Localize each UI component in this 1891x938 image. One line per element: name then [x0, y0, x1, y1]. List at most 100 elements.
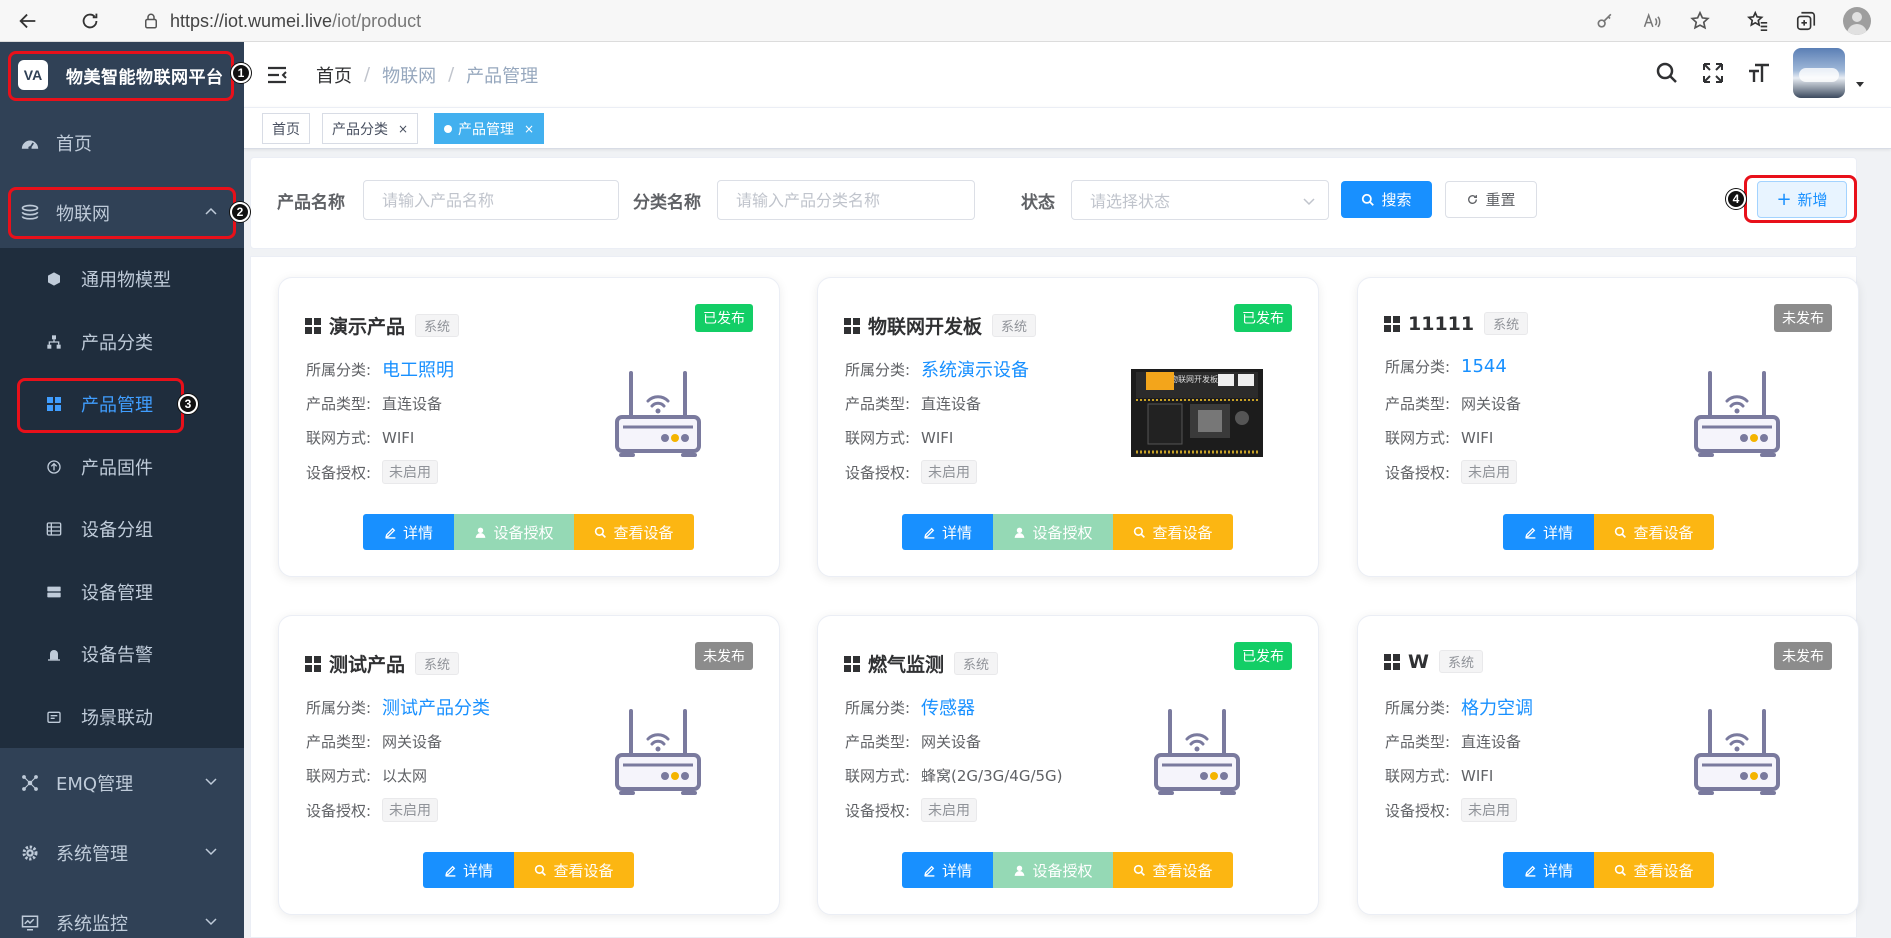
- product-image: [1670, 368, 1804, 458]
- view-devices-button[interactable]: 查看设备: [574, 514, 694, 550]
- sidebar-item-monitor[interactable]: 系统监控: [0, 888, 244, 938]
- type-key: 产品类型:: [306, 395, 372, 413]
- view-devices-button[interactable]: 查看设备: [1113, 514, 1233, 550]
- publish-status-badge: 未发布: [1774, 642, 1832, 670]
- favorite-star-icon[interactable]: [1689, 10, 1711, 32]
- search-button-label: 搜索: [1381, 191, 1412, 209]
- key-icon[interactable]: [1595, 11, 1615, 31]
- tab-close-icon[interactable]: ×: [398, 122, 408, 136]
- collections-icon[interactable]: [1795, 10, 1817, 32]
- category-link[interactable]: 测试产品分类: [382, 694, 490, 720]
- favorites-list-icon[interactable]: [1747, 10, 1769, 32]
- detail-button[interactable]: 详情: [1503, 852, 1594, 888]
- font-size-icon[interactable]: [1747, 61, 1771, 85]
- device-auth-button[interactable]: 设备授权: [993, 852, 1113, 888]
- category-name-input[interactable]: [717, 180, 975, 220]
- category-link[interactable]: 电工照明: [382, 356, 454, 382]
- back-button[interactable]: [6, 3, 50, 39]
- detail-button[interactable]: 详情: [902, 852, 993, 888]
- category-link[interactable]: 传感器: [921, 694, 975, 720]
- refresh-button[interactable]: [68, 3, 112, 39]
- product-card: 测试产品 系统 未发布 所属分类: 测试产品分类 产品类型: 网关设备 联网方式: 以太网 设备授…: [278, 615, 780, 915]
- sidebar-item-thing-model[interactable]: 通用物模型: [0, 248, 244, 311]
- search-button[interactable]: 搜索: [1341, 181, 1432, 218]
- chevron-down-icon: [205, 848, 217, 856]
- auth-row: 设备授权: 未启用: [845, 798, 977, 822]
- sidebar-item-firmware[interactable]: 产品固件: [0, 436, 244, 499]
- active-dot-icon: [444, 124, 452, 133]
- device-auth-button[interactable]: 设备授权: [993, 514, 1113, 550]
- product-card-title: W 系统: [1384, 650, 1483, 673]
- detail-button[interactable]: 详情: [423, 852, 514, 888]
- reset-button-label: 重置: [1485, 191, 1516, 209]
- user-icon: [476, 527, 486, 538]
- detail-button-label: 详情: [462, 861, 493, 880]
- auth-status-tag: 未启用: [1461, 460, 1517, 484]
- view-devices-button[interactable]: 查看设备: [514, 852, 634, 888]
- auth-key: 设备授权:: [306, 801, 372, 820]
- device-auth-button-label: 设备授权: [1032, 861, 1093, 880]
- router-icon: [1154, 709, 1240, 795]
- sidebar-item-device-management[interactable]: 设备管理: [0, 561, 244, 624]
- edit-icon: [385, 527, 396, 539]
- auth-key: 设备授权:: [306, 463, 372, 482]
- reset-button[interactable]: 重置: [1445, 181, 1537, 218]
- category-link[interactable]: 系统演示设备: [921, 356, 1029, 382]
- tab-close-icon[interactable]: ×: [524, 122, 534, 136]
- fullscreen-icon[interactable]: [1701, 61, 1725, 85]
- hamburger-icon[interactable]: [266, 65, 288, 85]
- breadcrumb-home[interactable]: 首页: [316, 62, 352, 88]
- router-icon: [615, 709, 701, 795]
- detail-button-label: 详情: [941, 523, 972, 542]
- type-key: 产品类型:: [845, 395, 911, 413]
- sidebar-item-system[interactable]: 系统管理: [0, 818, 244, 888]
- product-type: 网关设备: [1461, 395, 1522, 413]
- auth-status-tag: 未启用: [1461, 798, 1517, 822]
- view-devices-button[interactable]: 查看设备: [1113, 852, 1233, 888]
- view-devices-button[interactable]: 查看设备: [1594, 514, 1714, 550]
- tab-label: 产品管理: [458, 121, 514, 138]
- device-auth-button[interactable]: 设备授权: [454, 514, 574, 550]
- type-row: 产品类型: 网关设备: [1385, 393, 1521, 414]
- profile-avatar-icon[interactable]: [1843, 7, 1871, 35]
- search-icon: [1615, 864, 1627, 876]
- sidebar-item-product-category[interactable]: 产品分类: [0, 311, 244, 374]
- detail-button-label: 详情: [402, 523, 433, 542]
- breadcrumb-current: 产品管理: [466, 65, 539, 87]
- tab-product-management[interactable]: 产品管理 ×: [434, 113, 545, 144]
- status-select[interactable]: 请选择状态: [1071, 180, 1329, 220]
- tab-label: 首页: [272, 121, 300, 138]
- scene-icon: [45, 708, 63, 726]
- view-devices-button[interactable]: 查看设备: [1594, 852, 1714, 888]
- product-name-input[interactable]: [363, 180, 619, 220]
- tab-home[interactable]: 首页: [262, 113, 310, 144]
- category-link[interactable]: 格力空调: [1461, 694, 1533, 720]
- product-card-title: 演示产品 系统: [305, 312, 460, 339]
- gear-icon: [20, 843, 40, 863]
- product-name: 测试产品: [329, 654, 406, 676]
- sidebar-item-device-alarm[interactable]: 设备告警: [0, 623, 244, 686]
- sub-item-label: 设备管理: [81, 582, 153, 604]
- network-row: 联网方式: WIFI: [845, 427, 953, 448]
- category-name-field[interactable]: [736, 190, 974, 210]
- address-bar[interactable]: https://iot.wumei.live/iot/product: [120, 4, 1600, 38]
- sidebar-item-scene-linkage[interactable]: 场景联动: [0, 686, 244, 749]
- detail-button[interactable]: 详情: [902, 514, 993, 550]
- type-key: 产品类型:: [1385, 395, 1451, 413]
- detail-button[interactable]: 详情: [363, 514, 454, 550]
- sidebar-item-home[interactable]: 首页: [0, 108, 244, 178]
- tab-product-category[interactable]: 产品分类 ×: [322, 113, 419, 144]
- user-avatar[interactable]: [1793, 48, 1845, 98]
- search-icon[interactable]: [1655, 61, 1679, 85]
- cube-icon: [45, 270, 63, 288]
- product-name-field[interactable]: [382, 190, 618, 210]
- category-link[interactable]: 1544: [1461, 356, 1507, 377]
- detail-button[interactable]: 详情: [1503, 514, 1594, 550]
- category-key: 所属分类:: [306, 360, 372, 379]
- product-type: 网关设备: [921, 733, 982, 751]
- sidebar-item-emq[interactable]: EMQ管理: [0, 748, 244, 818]
- read-aloud-icon[interactable]: [1641, 11, 1663, 31]
- sidebar-item-device-group[interactable]: 设备分组: [0, 498, 244, 561]
- type-key: 产品类型:: [845, 733, 911, 751]
- caret-down-icon[interactable]: [1855, 81, 1865, 89]
